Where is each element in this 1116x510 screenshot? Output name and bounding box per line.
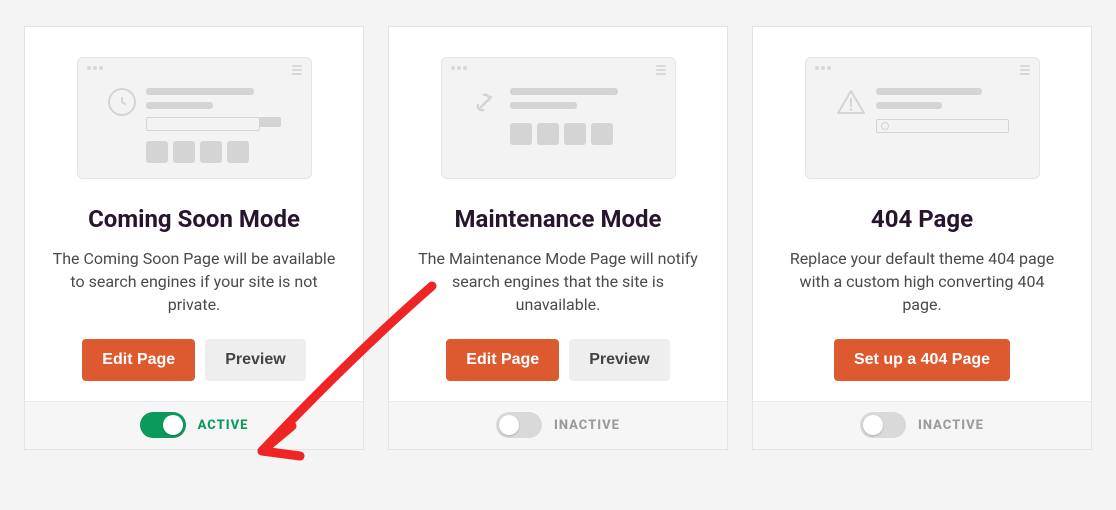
state-label: INACTIVE: [554, 418, 620, 433]
card-coming-soon: Coming Soon Mode The Coming Soon Page wi…: [24, 26, 364, 450]
active-toggle[interactable]: [496, 412, 542, 438]
card-404: 404 Page Replace your default theme 404 …: [752, 26, 1092, 450]
active-toggle[interactable]: [140, 412, 186, 438]
card-footer: INACTIVE: [389, 401, 727, 449]
preview-button[interactable]: Preview: [205, 339, 305, 381]
active-toggle[interactable]: [860, 412, 906, 438]
illustration-coming-soon: [77, 57, 312, 179]
illustration-maintenance: [441, 57, 676, 179]
state-label: INACTIVE: [918, 418, 984, 433]
card-footer: INACTIVE: [753, 401, 1091, 449]
card-desc: The Maintenance Mode Page will notify se…: [411, 247, 705, 317]
cards-row: Coming Soon Mode The Coming Soon Page wi…: [0, 0, 1116, 476]
illustration-404: [805, 57, 1040, 179]
edit-page-button[interactable]: Edit Page: [446, 339, 559, 381]
setup-404-button[interactable]: Set up a 404 Page: [834, 339, 1010, 381]
preview-button[interactable]: Preview: [569, 339, 669, 381]
card-footer: ACTIVE: [25, 401, 363, 449]
card-title: 404 Page: [871, 205, 973, 233]
card-title: Coming Soon Mode: [88, 205, 300, 233]
clock-icon: [108, 88, 136, 116]
card-maintenance: Maintenance Mode The Maintenance Mode Pa…: [388, 26, 728, 450]
card-desc: Replace your default theme 404 page with…: [775, 247, 1069, 317]
card-title: Maintenance Mode: [455, 205, 662, 233]
card-desc: The Coming Soon Page will be available t…: [47, 247, 341, 317]
state-label: ACTIVE: [198, 418, 249, 433]
warning-icon: [836, 88, 866, 116]
edit-page-button[interactable]: Edit Page: [82, 339, 195, 381]
tools-icon: [472, 88, 500, 116]
